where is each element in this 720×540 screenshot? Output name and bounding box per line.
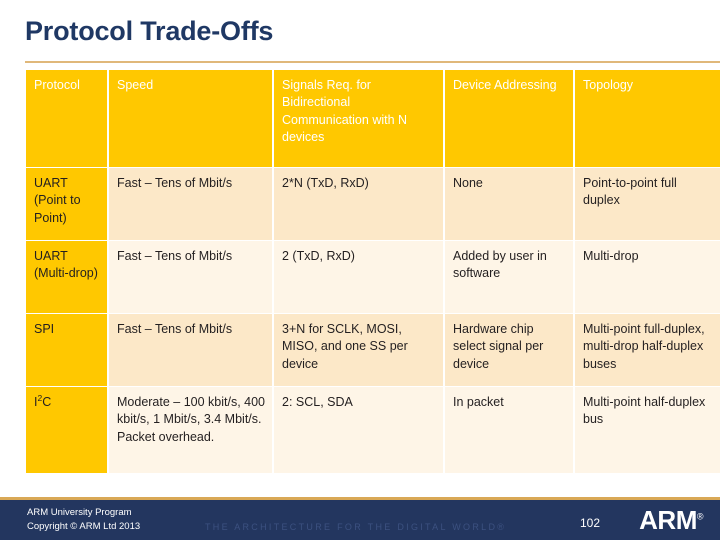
protocol-variant: (Multi-drop) <box>34 266 98 281</box>
cell-topology: Point-to-point full duplex <box>575 168 720 240</box>
cell-protocol: UART (Point to Point) <box>26 168 107 240</box>
cell-topology: Multi-drop <box>575 241 720 313</box>
protocol-name: UART <box>34 176 68 190</box>
protocol-name-suffix: C <box>42 395 52 409</box>
table-row: I2C Moderate – 100 kbit/s, 400 kbit/s, 1… <box>26 387 720 473</box>
footer-credits: ARM University Program Copyright © ARM L… <box>27 506 140 534</box>
cell-speed: Moderate – 100 kbit/s, 400 kbit/s, 1 Mbi… <box>109 387 272 473</box>
protocol-comparison-table-container: Protocol Speed Signals Req. for Bidirect… <box>24 69 720 474</box>
registered-trademark-icon: ® <box>696 511 704 522</box>
table-header-row: Protocol Speed Signals Req. for Bidirect… <box>26 70 720 167</box>
table-row: UART (Point to Point) Fast – Tens of Mbi… <box>26 168 720 240</box>
column-header-protocol: Protocol <box>26 70 107 167</box>
cell-signals: 2 (TxD, RxD) <box>274 241 443 313</box>
column-header-device-addressing: Device Addressing <box>445 70 573 167</box>
cell-protocol: I2C <box>26 387 107 473</box>
cell-device-addressing: In packet <box>445 387 573 473</box>
page-title: Protocol Trade-Offs <box>25 16 274 46</box>
footer-copyright-line: Copyright © ARM Ltd 2013 <box>27 520 141 532</box>
title-divider <box>25 61 720 63</box>
column-header-topology: Topology <box>575 70 720 167</box>
cell-signals: 3+N for SCLK, MOSI, MISO, and one SS per… <box>274 314 443 386</box>
arm-logo: ARM® <box>639 507 703 533</box>
cell-speed: Fast – Tens of Mbit/s <box>109 314 272 386</box>
footer-program-line: ARM University Program <box>27 507 132 518</box>
cell-device-addressing: Hardware chip select signal per device <box>445 314 573 386</box>
cell-signals: 2: SCL, SDA <box>274 387 443 473</box>
cell-signals: 2*N (TxD, RxD) <box>274 168 443 240</box>
table-row: SPI Fast – Tens of Mbit/s 3+N for SCLK, … <box>26 314 720 386</box>
protocol-name: SPI <box>34 322 55 336</box>
cell-speed: Fast – Tens of Mbit/s <box>109 241 272 313</box>
cell-speed: Fast – Tens of Mbit/s <box>109 168 272 240</box>
protocol-name: UART <box>34 249 68 263</box>
cell-protocol: UART (Multi-drop) <box>26 241 107 313</box>
column-header-signals: Signals Req. for Bidirectional Communica… <box>274 70 443 167</box>
arm-logo-text: ARM <box>639 505 697 535</box>
cell-device-addressing: Added by user in software <box>445 241 573 313</box>
column-header-speed: Speed <box>109 70 272 167</box>
protocol-comparison-table: Protocol Speed Signals Req. for Bidirect… <box>24 69 720 474</box>
protocol-variant: (Point to Point) <box>34 193 81 225</box>
cell-topology: Multi-point half-duplex bus <box>575 387 720 473</box>
footer-tagline: THE ARCHITECTURE FOR THE DIGITAL WORLD® <box>205 522 507 532</box>
cell-device-addressing: None <box>445 168 573 240</box>
slide-footer: ARM University Program Copyright © ARM L… <box>0 497 720 540</box>
cell-protocol: SPI <box>26 314 107 386</box>
table-row: UART (Multi-drop) Fast – Tens of Mbit/s … <box>26 241 720 313</box>
page-number: 102 <box>579 516 600 530</box>
cell-topology: Multi-point full-duplex, multi-drop half… <box>575 314 720 386</box>
